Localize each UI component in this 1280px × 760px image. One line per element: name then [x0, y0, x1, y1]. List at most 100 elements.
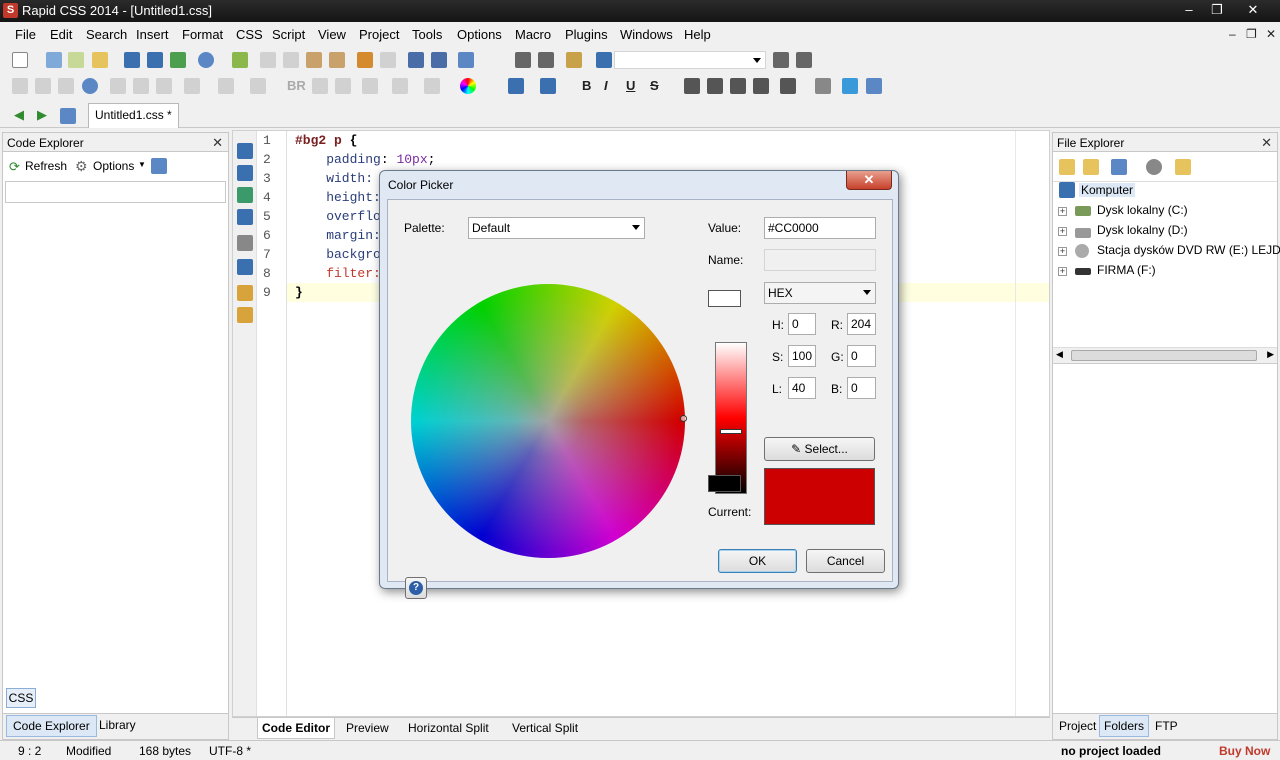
- css-selector-icon[interactable]: [237, 143, 253, 159]
- favorites-folder-icon[interactable]: [1175, 159, 1191, 175]
- menu-edit[interactable]: Edit: [50, 27, 72, 42]
- menu-plugins[interactable]: Plugins: [565, 27, 608, 42]
- open-folder-icon[interactable]: [92, 52, 108, 68]
- back-arrow-icon[interactable]: ◀: [14, 107, 24, 123]
- close-code-explorer-icon[interactable]: ✕: [212, 135, 223, 151]
- expand-icon[interactable]: +: [1058, 227, 1067, 236]
- script-icon[interactable]: [392, 78, 408, 94]
- spellcheck-icon[interactable]: [232, 52, 248, 68]
- save-icon[interactable]: [124, 52, 140, 68]
- scroll-right-icon[interactable]: ▶: [1267, 349, 1274, 360]
- saturation-input[interactable]: 100: [788, 345, 816, 367]
- menu-view[interactable]: View: [318, 27, 346, 42]
- hue-input[interactable]: 0: [788, 313, 816, 335]
- help-button[interactable]: ?: [405, 577, 427, 599]
- div-icon[interactable]: [184, 78, 200, 94]
- black-swatch[interactable]: [708, 475, 741, 492]
- css-block-icon[interactable]: [237, 165, 253, 181]
- ok-button[interactable]: OK: [718, 549, 797, 573]
- bullet-list-icon[interactable]: [133, 78, 149, 94]
- open-remote-icon[interactable]: [46, 52, 62, 68]
- mdi-restore-icon[interactable]: ❐: [1246, 27, 1257, 41]
- tab-ftp[interactable]: FTP: [1155, 719, 1178, 733]
- tree-item-drive-e[interactable]: Stacja dysków DVD RW (E:) LEJDIS: [1097, 243, 1280, 257]
- green-input[interactable]: 0: [847, 345, 876, 367]
- properties-icon[interactable]: [815, 78, 831, 94]
- options-dropdown-icon[interactable]: ▼: [138, 160, 146, 169]
- tab-horizontal-split[interactable]: Horizontal Split: [404, 721, 493, 735]
- hr-icon[interactable]: [58, 78, 74, 94]
- expand-icon[interactable]: +: [1058, 207, 1067, 216]
- outdent-icon[interactable]: [431, 52, 447, 68]
- bold-button[interactable]: B: [582, 78, 591, 93]
- menu-windows[interactable]: Windows: [620, 27, 673, 42]
- tree-item-drive-c[interactable]: Dysk lokalny (C:): [1097, 203, 1188, 217]
- tools-icon[interactable]: [424, 78, 440, 94]
- cancel-button[interactable]: Cancel: [806, 549, 885, 573]
- indent-icon[interactable]: [408, 52, 424, 68]
- font-icon[interactable]: [508, 78, 524, 94]
- link-icon[interactable]: [12, 78, 28, 94]
- tree-item-drive-d[interactable]: Dysk lokalny (D:): [1097, 223, 1188, 237]
- minimize-button[interactable]: –: [1174, 0, 1204, 20]
- code-explorer-filter-input[interactable]: [5, 181, 226, 203]
- palette-select[interactable]: Default: [468, 217, 645, 239]
- value-input[interactable]: #CC0000: [764, 217, 876, 239]
- horizontal-scrollbar[interactable]: ◀ ▶: [1053, 347, 1277, 364]
- comment-icon[interactable]: [82, 78, 98, 94]
- check-icon[interactable]: [237, 285, 253, 301]
- menu-format[interactable]: Format: [182, 27, 223, 42]
- layout-icon[interactable]: [458, 52, 474, 68]
- buy-now-link[interactable]: Buy Now: [1219, 744, 1270, 758]
- dialog-close-button[interactable]: ✕: [846, 171, 892, 190]
- paragraph-icon[interactable]: [110, 78, 126, 94]
- name-input[interactable]: [764, 249, 876, 271]
- expand-icon[interactable]: +: [1058, 267, 1067, 276]
- forward-arrow-icon[interactable]: ▶: [37, 107, 47, 123]
- menu-insert[interactable]: Insert: [136, 27, 169, 42]
- red-input[interactable]: 204: [847, 313, 876, 335]
- underline-button[interactable]: U: [626, 78, 635, 93]
- clean-icon[interactable]: [866, 78, 882, 94]
- css-property-icon[interactable]: [237, 187, 253, 203]
- align-center-icon[interactable]: [707, 78, 723, 94]
- menu-search[interactable]: Search: [86, 27, 127, 42]
- line-spacing-icon[interactable]: [780, 78, 796, 94]
- align-justify-icon[interactable]: [753, 78, 769, 94]
- find-in-files-icon[interactable]: [566, 52, 582, 68]
- encoding[interactable]: UTF-8 *: [209, 744, 251, 758]
- form-icon[interactable]: [250, 78, 266, 94]
- numbered-list-icon[interactable]: [156, 78, 172, 94]
- tab-code-editor[interactable]: Code Editor: [257, 718, 335, 739]
- font-style-icon[interactable]: [540, 78, 556, 94]
- settings-gear-icon[interactable]: [1146, 159, 1162, 175]
- validate-css-icon[interactable]: [237, 307, 253, 323]
- blue-input[interactable]: 0: [847, 377, 876, 399]
- expand-icon[interactable]: +: [1058, 247, 1067, 256]
- save-all-icon[interactable]: [147, 52, 163, 68]
- copy-icon[interactable]: [283, 52, 299, 68]
- undo-icon[interactable]: [357, 52, 373, 68]
- tab-untitled1[interactable]: Untitled1.css *: [88, 103, 179, 128]
- lightness-input[interactable]: 40: [788, 377, 816, 399]
- menu-tools[interactable]: Tools: [412, 27, 442, 42]
- sort-icon[interactable]: [151, 158, 167, 174]
- format-select[interactable]: HEX: [764, 282, 876, 304]
- strikethrough-button[interactable]: S: [650, 78, 659, 93]
- folder-up-icon[interactable]: [1059, 159, 1075, 175]
- menu-options[interactable]: Options: [457, 27, 502, 42]
- italic-button[interactable]: I: [604, 78, 608, 93]
- tab-code-explorer[interactable]: Code Explorer: [6, 715, 97, 737]
- menu-project[interactable]: Project: [359, 27, 399, 42]
- media-icon[interactable]: [362, 78, 378, 94]
- save-remote-icon[interactable]: [170, 52, 186, 68]
- scrollbar-thumb[interactable]: [1071, 350, 1257, 361]
- view-mode-icon[interactable]: [1111, 159, 1127, 175]
- color-picker-icon[interactable]: [460, 78, 476, 94]
- tab-project[interactable]: Project: [1059, 719, 1096, 733]
- menu-macro[interactable]: Macro: [515, 27, 551, 42]
- select-color-button[interactable]: ✎ Select...: [764, 437, 875, 461]
- paste-icon[interactable]: [306, 52, 322, 68]
- goto-line-icon[interactable]: [596, 52, 612, 68]
- mdi-minimize-icon[interactable]: –: [1229, 27, 1236, 41]
